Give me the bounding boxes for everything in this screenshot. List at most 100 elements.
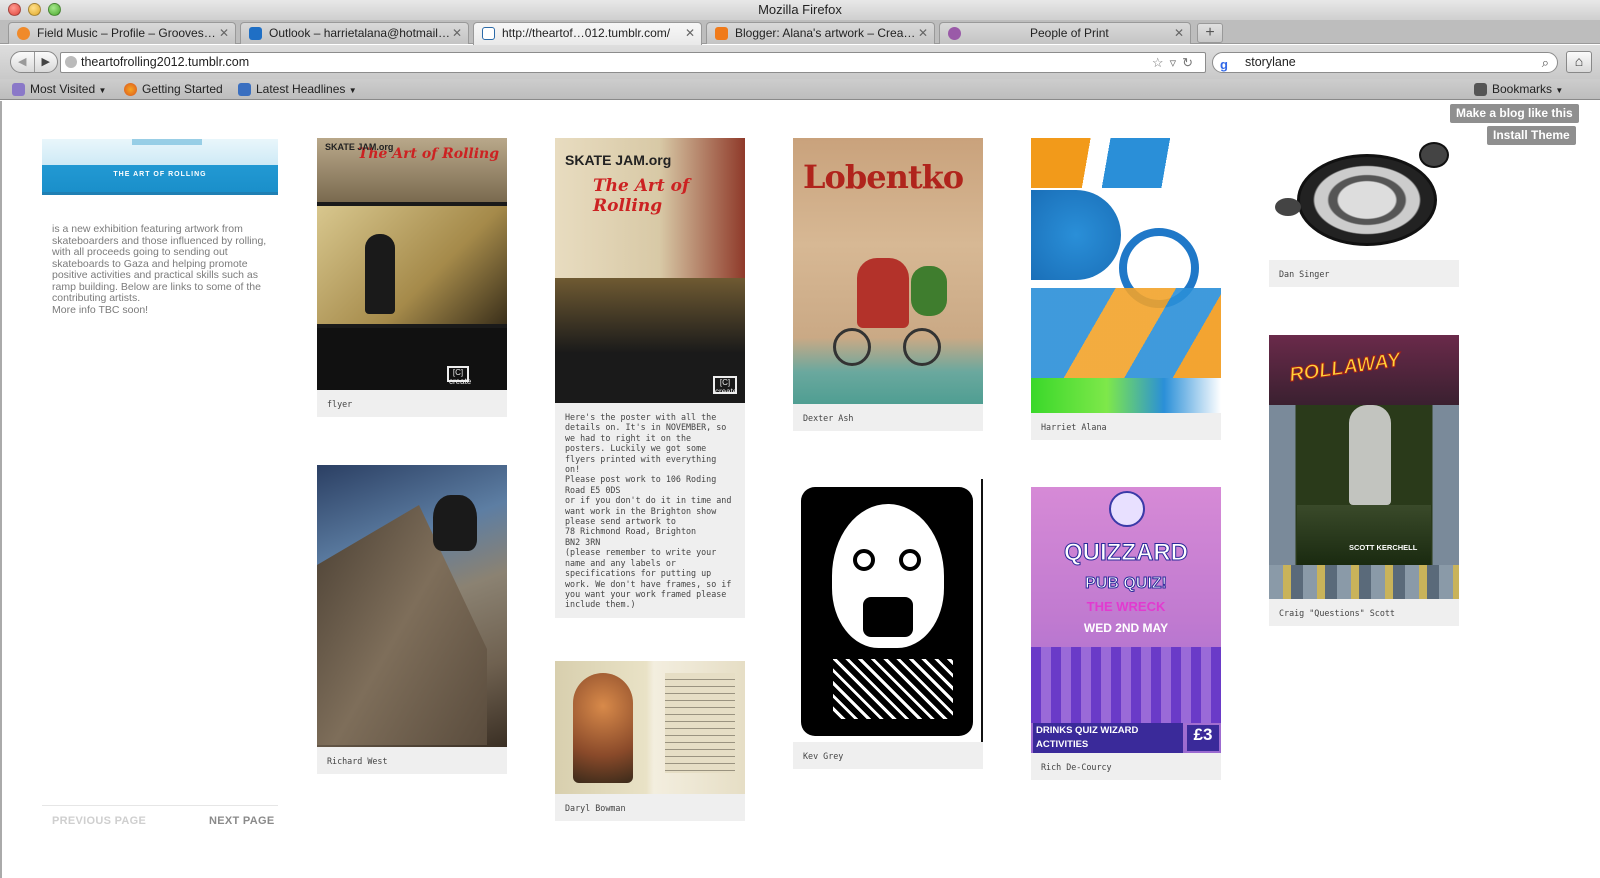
install-theme-button[interactable]: Install Theme (1487, 126, 1576, 145)
post-image[interactable]: The Art of Rolling SKATE JAM.org [C] cre… (317, 138, 507, 390)
dropdown-arrow-icon[interactable]: ▿ (1170, 55, 1183, 70)
window-titlebar: Mozilla Firefox (0, 0, 1600, 20)
bookmark-latest-headlines[interactable]: Latest Headlines ▼ (238, 79, 357, 101)
post-caption: Daryl Bowman (565, 803, 626, 813)
maximize-window-icon[interactable] (48, 3, 61, 16)
post-image[interactable]: SKATE JAM.org The Art of Rolling [C] cre… (555, 138, 745, 403)
post-dan-singer[interactable]: Dan Singer (1269, 138, 1459, 288)
create-logo: [C] create (713, 376, 738, 396)
post-poster[interactable]: SKATE JAM.org The Art of Rolling [C] cre… (555, 138, 745, 618)
post-image[interactable] (317, 465, 507, 747)
tab-label: Field Music – Profile – Grooves… (37, 26, 216, 40)
post-dexter-ash[interactable]: Lobentko Dexter Ash (793, 138, 983, 432)
post-image[interactable] (1031, 138, 1221, 413)
artwork-date: WED 2ND MAY (1083, 621, 1169, 635)
post-image[interactable] (555, 661, 745, 794)
blog-header-image[interactable]: THE ART OF ROLLING (42, 139, 278, 195)
tab-label: Blogger: Alana's artwork – Crea… (735, 26, 916, 40)
blog-description: is a new exhibition featuring artwork fr… (52, 223, 267, 316)
bookmark-label: Most Visited (30, 82, 96, 96)
bookmarks-toolbar: Most Visited ▼ Getting Started Latest He… (0, 79, 1600, 100)
tab-label: Outlook – harrietalana@hotmail… (269, 26, 450, 40)
post-caption: Here's the poster with all the details o… (565, 412, 732, 610)
reload-icon[interactable]: ↻ (1182, 55, 1199, 70)
create-logo: [C] create (447, 366, 472, 386)
tab-outlook[interactable]: Outlook – harrietalana@hotmail… ✕ (240, 22, 469, 44)
bookmark-label: Bookmarks (1492, 82, 1553, 96)
most-visited-icon (12, 83, 25, 96)
tab-close-icon[interactable]: ✕ (685, 23, 695, 43)
google-icon[interactable]: g (1220, 55, 1228, 74)
minimize-window-icon[interactable] (28, 3, 41, 16)
post-caption: Dan Singer (1279, 269, 1330, 279)
artwork-logo-text: SKATE JAM.org (325, 142, 394, 152)
artwork-credit: SCOTT KERCHELL (1349, 543, 1418, 552)
artwork-venue: THE WRECK (1086, 599, 1166, 614)
url-bar-actions: ☆▿↻ (1152, 53, 1199, 72)
bookmarks-menu[interactable]: Bookmarks ▼ (1474, 79, 1563, 101)
new-tab-button[interactable]: + (1197, 23, 1223, 43)
post-caption: Richard West (327, 756, 388, 766)
post-caption: Dexter Ash (803, 413, 854, 423)
post-daryl-bowman[interactable]: Daryl Bowman (555, 661, 745, 822)
page-icon (482, 27, 495, 40)
post-craig-scott[interactable]: ROLLAWAY SCOTT KERCHELL Craig "Questions… (1269, 335, 1459, 627)
window-controls (8, 3, 61, 16)
forward-arrow-icon[interactable]: ▶ (35, 52, 58, 72)
close-window-icon[interactable] (8, 3, 21, 16)
url-bar[interactable]: theartofrolling2012.tumblr.com ☆▿↻ (60, 52, 1206, 73)
post-image[interactable] (793, 479, 983, 742)
bookmark-star-icon[interactable]: ☆ (1152, 55, 1170, 70)
make-blog-button[interactable]: Make a blog like this (1450, 104, 1579, 123)
post-rich-de-courcy[interactable]: QUIZZARD PUB QUIZ! THE WRECK WED 2ND MAY… (1031, 487, 1221, 781)
post-harriet-alana[interactable]: Harriet Alana (1031, 138, 1221, 441)
artwork-title: The Art of Rolling (593, 176, 690, 216)
post-image[interactable]: ROLLAWAY SCOTT KERCHELL (1269, 335, 1459, 599)
bookmark-most-visited[interactable]: Most Visited ▼ (12, 79, 106, 101)
chevron-down-icon: ▼ (98, 86, 107, 95)
previous-page-link[interactable]: PREVIOUS PAGE (52, 815, 146, 827)
chevron-down-icon: ▼ (348, 86, 357, 95)
url-text: theartofrolling2012.tumblr.com (81, 55, 250, 69)
tab-bar: Field Music – Profile – Grooves… ✕ Outlo… (0, 20, 1600, 45)
artwork-footer: DRINKS QUIZ WIZARD ACTIVITIES (1033, 723, 1183, 753)
artwork-price: £3 (1187, 725, 1219, 751)
search-bar[interactable]: g storylane ⌕ (1212, 52, 1558, 73)
bookmark-label: Latest Headlines (256, 82, 346, 96)
blogger-icon (715, 27, 728, 40)
tab-field-music[interactable]: Field Music – Profile – Grooves… ✕ (8, 22, 236, 44)
search-icon[interactable]: ⌕ (1542, 53, 1549, 72)
tab-close-icon[interactable]: ✕ (219, 23, 229, 43)
artwork-title: QUIZZARD (1064, 539, 1189, 567)
artwork-subtitle: PUB QUIZ! (1085, 575, 1168, 593)
post-image[interactable]: QUIZZARD PUB QUIZ! THE WRECK WED 2ND MAY… (1031, 487, 1221, 753)
artwork-title: Lobentko (803, 158, 964, 196)
tab-blogger[interactable]: Blogger: Alana's artwork – Crea… ✕ (706, 22, 935, 44)
tab-close-icon[interactable]: ✕ (918, 23, 928, 43)
tab-label: People of Print (1030, 26, 1109, 40)
home-button[interactable]: ⌂ (1566, 51, 1592, 73)
navigation-toolbar: ◀ ▶ theartofrolling2012.tumblr.com ☆▿↻ g… (0, 45, 1600, 79)
post-flyer[interactable]: The Art of Rolling SKATE JAM.org [C] cre… (317, 138, 507, 418)
tab-close-icon[interactable]: ✕ (452, 23, 462, 43)
next-page-link[interactable]: NEXT PAGE (209, 815, 274, 827)
post-caption: Kev Grey (803, 751, 844, 761)
outlook-icon (249, 27, 262, 40)
site-identity-icon[interactable] (65, 56, 77, 68)
post-image[interactable] (1269, 138, 1459, 260)
people-of-print-icon (948, 27, 961, 40)
window-title: Mozilla Firefox (758, 2, 842, 17)
web-page: Make a blog like this Install Theme THE … (0, 101, 1600, 878)
tab-people-of-print[interactable]: People of Print ✕ (939, 22, 1191, 44)
home-icon: ⌂ (1574, 53, 1584, 69)
tab-close-icon[interactable]: ✕ (1174, 23, 1184, 43)
post-caption: Craig "Questions" Scott (1279, 608, 1395, 618)
tab-tumblr[interactable]: http://theartof…012.tumblr.com/ ✕ (473, 22, 702, 45)
post-kev-grey[interactable]: Kev Grey (793, 479, 983, 770)
bookmark-getting-started[interactable]: Getting Started (124, 79, 223, 99)
search-input[interactable]: storylane (1245, 55, 1296, 69)
grooveshark-icon (17, 27, 30, 40)
post-image[interactable]: Lobentko (793, 138, 983, 404)
post-richard-west[interactable]: Richard West (317, 465, 507, 775)
back-arrow-icon[interactable]: ◀ (11, 52, 35, 72)
